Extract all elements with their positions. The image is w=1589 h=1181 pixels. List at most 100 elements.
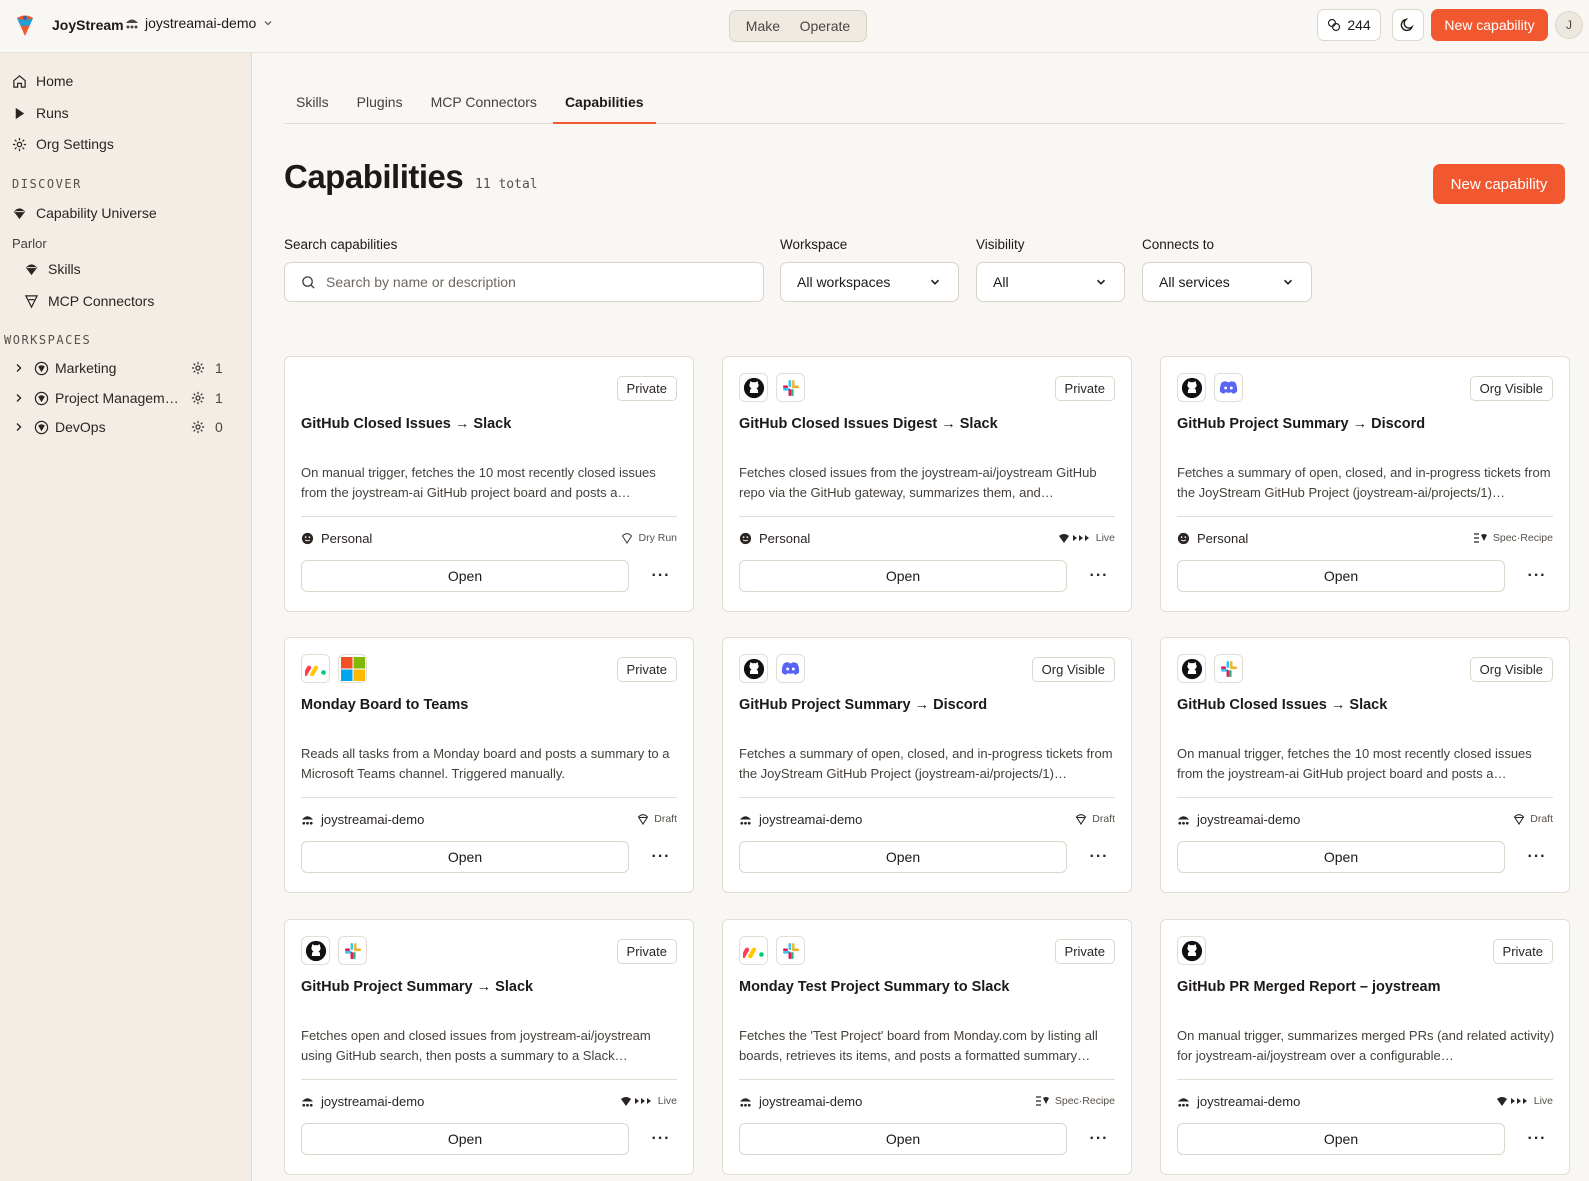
service-discord — [1214, 373, 1243, 402]
capability-card[interactable]: Private GitHub Closed Issues Digest → Sla… — [722, 356, 1132, 612]
open-button[interactable]: Open — [739, 560, 1067, 592]
new-capability-button-top[interactable]: New capability — [1431, 9, 1548, 41]
connects-to-select[interactable]: All services — [1142, 262, 1312, 302]
more-options-button[interactable]: ··· — [1521, 560, 1553, 592]
capability-card[interactable]: Org Visible GitHub Closed Issues → Slack O… — [1160, 637, 1570, 893]
owner: joystreamai-demo — [1177, 1094, 1300, 1109]
chevron-right-icon[interactable] — [12, 362, 26, 374]
capability-title[interactable]: GitHub PR Merged Report – joystream — [1177, 979, 1440, 995]
workspace-label: Workspace — [780, 237, 848, 252]
more-options-button[interactable]: ··· — [1521, 841, 1553, 873]
credits-button[interactable]: 244 — [1317, 9, 1381, 41]
gear-icon[interactable] — [191, 391, 205, 405]
workspace-select[interactable]: All workspaces — [780, 262, 959, 302]
workspace-item-devops[interactable]: DevOps 0 — [12, 419, 224, 435]
new-capability-button[interactable]: New capability — [1433, 164, 1565, 204]
org-name: joystreamai-demo — [145, 15, 257, 31]
workspace-item-project-management[interactable]: Project Manageme... 1 — [12, 390, 224, 406]
capability-card[interactable]: Org Visible GitHub Project Summary → Disc… — [722, 637, 1132, 893]
org-switcher[interactable]: joystreamai-demo — [125, 15, 274, 31]
monday-icon — [742, 947, 764, 958]
sidebar-item-capability-universe[interactable]: Capability Universe — [12, 205, 157, 221]
open-button[interactable]: Open — [739, 841, 1067, 873]
workspace-count: 0 — [215, 419, 223, 435]
more-options-button[interactable]: ··· — [1083, 1123, 1115, 1155]
search-input[interactable]: Search by name or description — [284, 262, 764, 302]
visibility-select[interactable]: All — [976, 262, 1125, 302]
tab-mcp-connectors[interactable]: MCP Connectors — [419, 88, 549, 124]
sidebar-item-home[interactable]: Home — [12, 73, 73, 89]
more-options-button[interactable]: ··· — [645, 841, 677, 873]
capability-title[interactable]: GitHub Project Summary → Discord — [1177, 416, 1425, 432]
workspace-item-marketing[interactable]: Marketing 1 — [12, 360, 224, 376]
chevron-down-icon — [930, 279, 940, 285]
sidebar-item-mcp-connectors[interactable]: MCP Connectors — [24, 293, 154, 309]
owner: joystreamai-demo — [301, 812, 424, 827]
sidebar-item-org-settings[interactable]: Org Settings — [12, 136, 114, 152]
capability-title[interactable]: GitHub Closed Issues Digest → Slack — [739, 416, 998, 432]
sidebar-item-runs[interactable]: Runs — [12, 105, 69, 121]
owner-name: joystreamai-demo — [321, 1094, 425, 1109]
ellipsis-icon: ··· — [651, 848, 671, 865]
capability-title[interactable]: Monday Board to Teams — [301, 697, 468, 713]
capability-title[interactable]: GitHub Project Summary → Discord — [739, 697, 987, 713]
open-button[interactable]: Open — [301, 1123, 629, 1155]
slack-icon — [782, 379, 799, 396]
sidebar-item-label: Capability Universe — [36, 205, 157, 221]
brand-name[interactable]: JoyStream — [52, 17, 124, 33]
section-label-workspaces: WORKSPACES — [4, 333, 92, 347]
coins-icon — [1328, 18, 1341, 32]
sidebar-item-label: Home — [36, 73, 74, 89]
more-options-button[interactable]: ··· — [1521, 1123, 1553, 1155]
more-options-button[interactable]: ··· — [1083, 560, 1115, 592]
capability-card[interactable]: Private GitHub Closed Issues → Slack On ma… — [284, 356, 694, 612]
slack-icon — [1220, 660, 1237, 677]
microsoft-icon — [340, 656, 365, 681]
chevron-right-icon[interactable] — [12, 392, 26, 404]
live-icon — [1058, 534, 1089, 543]
capability-title[interactable]: GitHub Closed Issues → Slack — [301, 416, 511, 432]
status-badge: Live — [1496, 1095, 1553, 1107]
tab-capabilities[interactable]: Capabilities — [552, 88, 656, 124]
capability-card[interactable]: Private GitHub Project Summary → Slack Fet… — [284, 919, 694, 1175]
more-options-button[interactable]: ··· — [1083, 841, 1115, 873]
user-avatar[interactable]: J — [1555, 11, 1583, 39]
capability-card[interactable]: Private Monday Test Project Summary to Sl… — [722, 919, 1132, 1175]
service-github — [1177, 654, 1206, 683]
more-options-button[interactable]: ··· — [645, 560, 677, 592]
theme-toggle-button[interactable] — [1392, 9, 1424, 41]
capability-title[interactable]: GitHub Closed Issues → Slack — [1177, 697, 1387, 713]
capability-title[interactable]: GitHub Project Summary → Slack — [301, 979, 533, 995]
sidebar-group-parlor: Parlor — [12, 236, 47, 251]
open-button[interactable]: Open — [301, 841, 629, 873]
tab-skills[interactable]: Skills — [284, 88, 341, 124]
service-slack — [1214, 654, 1243, 683]
gear-icon[interactable] — [191, 420, 205, 434]
service-icons — [739, 936, 805, 965]
open-button[interactable]: Open — [1177, 1123, 1505, 1155]
gear-icon[interactable] — [191, 361, 205, 375]
owner: joystreamai-demo — [1177, 812, 1300, 827]
status-label: Draft — [654, 813, 677, 825]
org-icon — [126, 19, 138, 29]
chevron-right-icon[interactable] — [12, 421, 26, 433]
capability-title[interactable]: Monday Test Project Summary to Slack — [739, 979, 1009, 995]
capability-description: On manual trigger, fetches the 10 most r… — [301, 465, 656, 500]
capability-card[interactable]: Private Monday Board to Teams Reads all ta… — [284, 637, 694, 893]
mode-operate[interactable]: Operate — [792, 14, 859, 38]
owner-name: joystreamai-demo — [321, 812, 425, 827]
open-button[interactable]: Open — [739, 1123, 1067, 1155]
capability-card[interactable]: Private GitHub PR Merged Report – joystre… — [1160, 919, 1570, 1175]
open-button[interactable]: Open — [301, 560, 629, 592]
tab-plugins[interactable]: Plugins — [345, 88, 415, 124]
more-options-button[interactable]: ··· — [645, 1123, 677, 1155]
mode-make[interactable]: Make — [738, 14, 788, 38]
open-button[interactable]: Open — [1177, 841, 1505, 873]
joystream-logo[interactable] — [15, 14, 35, 38]
sidebar-item-skills[interactable]: Skills — [24, 261, 81, 277]
capability-card[interactable]: Org Visible GitHub Project Summary → Disc… — [1160, 356, 1570, 612]
service-teams — [338, 654, 367, 683]
open-button[interactable]: Open — [1177, 560, 1505, 592]
org-icon — [1177, 816, 1190, 825]
status-badge: Spec·Recipe — [1473, 532, 1553, 544]
